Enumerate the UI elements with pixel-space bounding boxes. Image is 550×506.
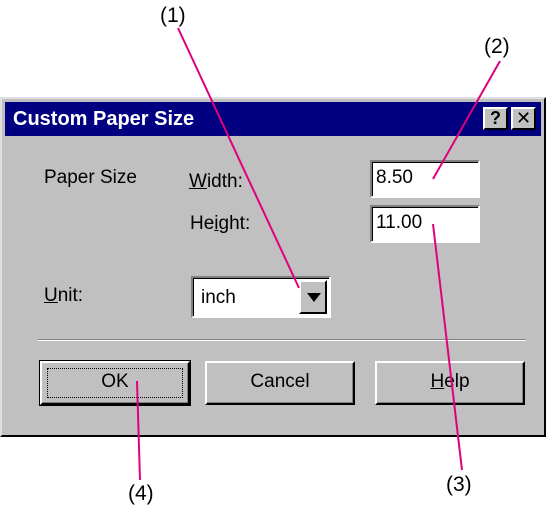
width-input[interactable]: 8.50 (370, 160, 480, 198)
dialog-title: Custom Paper Size (13, 108, 195, 130)
unit-select-value: inch (201, 287, 236, 308)
title-bar[interactable]: Custom Paper Size ? ✕ (5, 102, 541, 136)
unit-select[interactable]: inch (191, 276, 331, 318)
help-button-text: elp (444, 371, 470, 392)
ok-button[interactable]: OK (39, 360, 191, 406)
height-input[interactable]: 11.00 (370, 205, 480, 243)
callout-2: (2) (484, 35, 510, 58)
width-label: Width: (189, 171, 243, 193)
cancel-button[interactable]: Cancel (205, 361, 355, 405)
chevron-down-icon (307, 293, 321, 302)
paper-size-label: Paper Size (44, 167, 137, 188)
height-label-text: ght: (218, 213, 251, 234)
callout-4: (4) (128, 482, 154, 505)
unit-label-mnemonic: U (44, 285, 58, 306)
cancel-button-label: Cancel (250, 371, 310, 392)
width-label-text: idth: (206, 171, 243, 192)
width-label-mnemonic: W (189, 171, 207, 192)
close-icon: ✕ (515, 108, 532, 128)
custom-paper-size-dialog: Custom Paper Size ? ✕ Paper Size Width: … (0, 97, 546, 437)
help-title-button[interactable]: ? (483, 107, 508, 130)
callout-3: (3) (446, 473, 472, 496)
separator (38, 339, 526, 341)
unit-label: Unit: (44, 285, 83, 307)
help-button-label: Help (430, 371, 469, 392)
ok-button-label: OK (101, 371, 129, 392)
callout-1: (1) (160, 4, 186, 27)
close-button[interactable]: ✕ (511, 107, 536, 130)
help-button[interactable]: Help (375, 361, 525, 405)
help-button-mnemonic: H (430, 371, 445, 392)
question-mark-icon: ? (490, 108, 501, 128)
height-label: Height: (190, 213, 250, 235)
unit-dropdown-button[interactable] (299, 280, 327, 314)
unit-label-text: nit: (57, 285, 84, 306)
height-label-pre: He (190, 213, 215, 234)
